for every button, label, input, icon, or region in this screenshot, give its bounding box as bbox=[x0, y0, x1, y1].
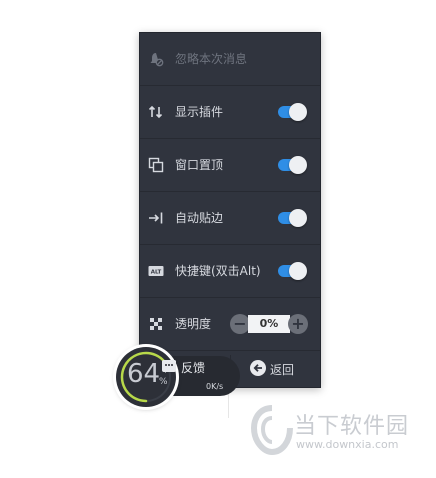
window-on-top-label: 窗口置顶 bbox=[175, 158, 224, 172]
memory-usage-unit: % bbox=[159, 377, 168, 387]
menu-item-opacity: 透明度 − 0% + bbox=[140, 298, 320, 351]
memory-usage-value: 64 bbox=[127, 359, 161, 389]
window-on-top-toggle[interactable] bbox=[278, 156, 307, 174]
menu-item-window-on-top: 窗口置顶 bbox=[140, 139, 320, 192]
opacity-decrease-button[interactable]: − bbox=[230, 314, 250, 334]
memory-ball: 64 % bbox=[116, 347, 176, 407]
watermark: 当下软件园 www.downxia.com bbox=[250, 404, 430, 464]
floating-ball[interactable]: 64 % bbox=[116, 347, 176, 407]
toggle-knob bbox=[289, 103, 307, 121]
auto-snap-label: 自动贴边 bbox=[175, 211, 224, 225]
back-button-label: 返回 bbox=[270, 363, 295, 377]
swap-arrows-icon bbox=[148, 104, 164, 120]
hotkey-label: 快捷键(双击Alt) bbox=[175, 264, 261, 278]
alt-key-icon: ALT bbox=[148, 263, 164, 279]
hotkey-toggle[interactable] bbox=[278, 262, 307, 280]
arrow-to-edge-icon bbox=[148, 210, 164, 226]
watermark-text: 当下软件园 bbox=[294, 414, 410, 439]
opacity-stepper: − 0% + bbox=[230, 314, 310, 334]
network-speed: 0K/s bbox=[206, 382, 224, 391]
opacity-label: 透明度 bbox=[175, 317, 212, 331]
opacity-increase-button[interactable]: + bbox=[288, 314, 308, 334]
feedback-label: 反馈 bbox=[181, 361, 206, 375]
transparency-checker-icon bbox=[148, 316, 164, 332]
auto-snap-toggle[interactable] bbox=[278, 209, 307, 227]
menu-item-hotkey: ALT 快捷键(双击Alt) bbox=[140, 245, 320, 298]
opacity-value[interactable]: 0% bbox=[248, 315, 290, 333]
bell-mute-icon bbox=[148, 51, 164, 67]
plugin-menu-panel: 忽略本次消息 显示插件 窗口置顶 自动贴边 ALT 快捷键(双击Alt) 透明度… bbox=[139, 32, 321, 388]
menu-item-ignore-message[interactable]: 忽略本次消息 bbox=[140, 33, 320, 86]
watermark-url: www.downxia.com bbox=[296, 438, 399, 451]
show-plugin-toggle[interactable] bbox=[278, 103, 307, 121]
svg-text:ALT: ALT bbox=[151, 270, 162, 276]
back-arrow-icon bbox=[250, 360, 266, 376]
menu-item-show-plugin: 显示插件 bbox=[140, 86, 320, 139]
watermark-logo-icon bbox=[250, 405, 293, 456]
toggle-knob bbox=[289, 262, 307, 280]
window-stack-icon bbox=[148, 157, 164, 173]
toggle-knob bbox=[289, 209, 307, 227]
chat-bubble-icon bbox=[162, 360, 176, 373]
toggle-knob bbox=[289, 156, 307, 174]
menu-item-auto-snap: 自动贴边 bbox=[140, 192, 320, 245]
show-plugin-label: 显示插件 bbox=[175, 105, 224, 119]
ignore-message-label: 忽略本次消息 bbox=[175, 52, 248, 66]
